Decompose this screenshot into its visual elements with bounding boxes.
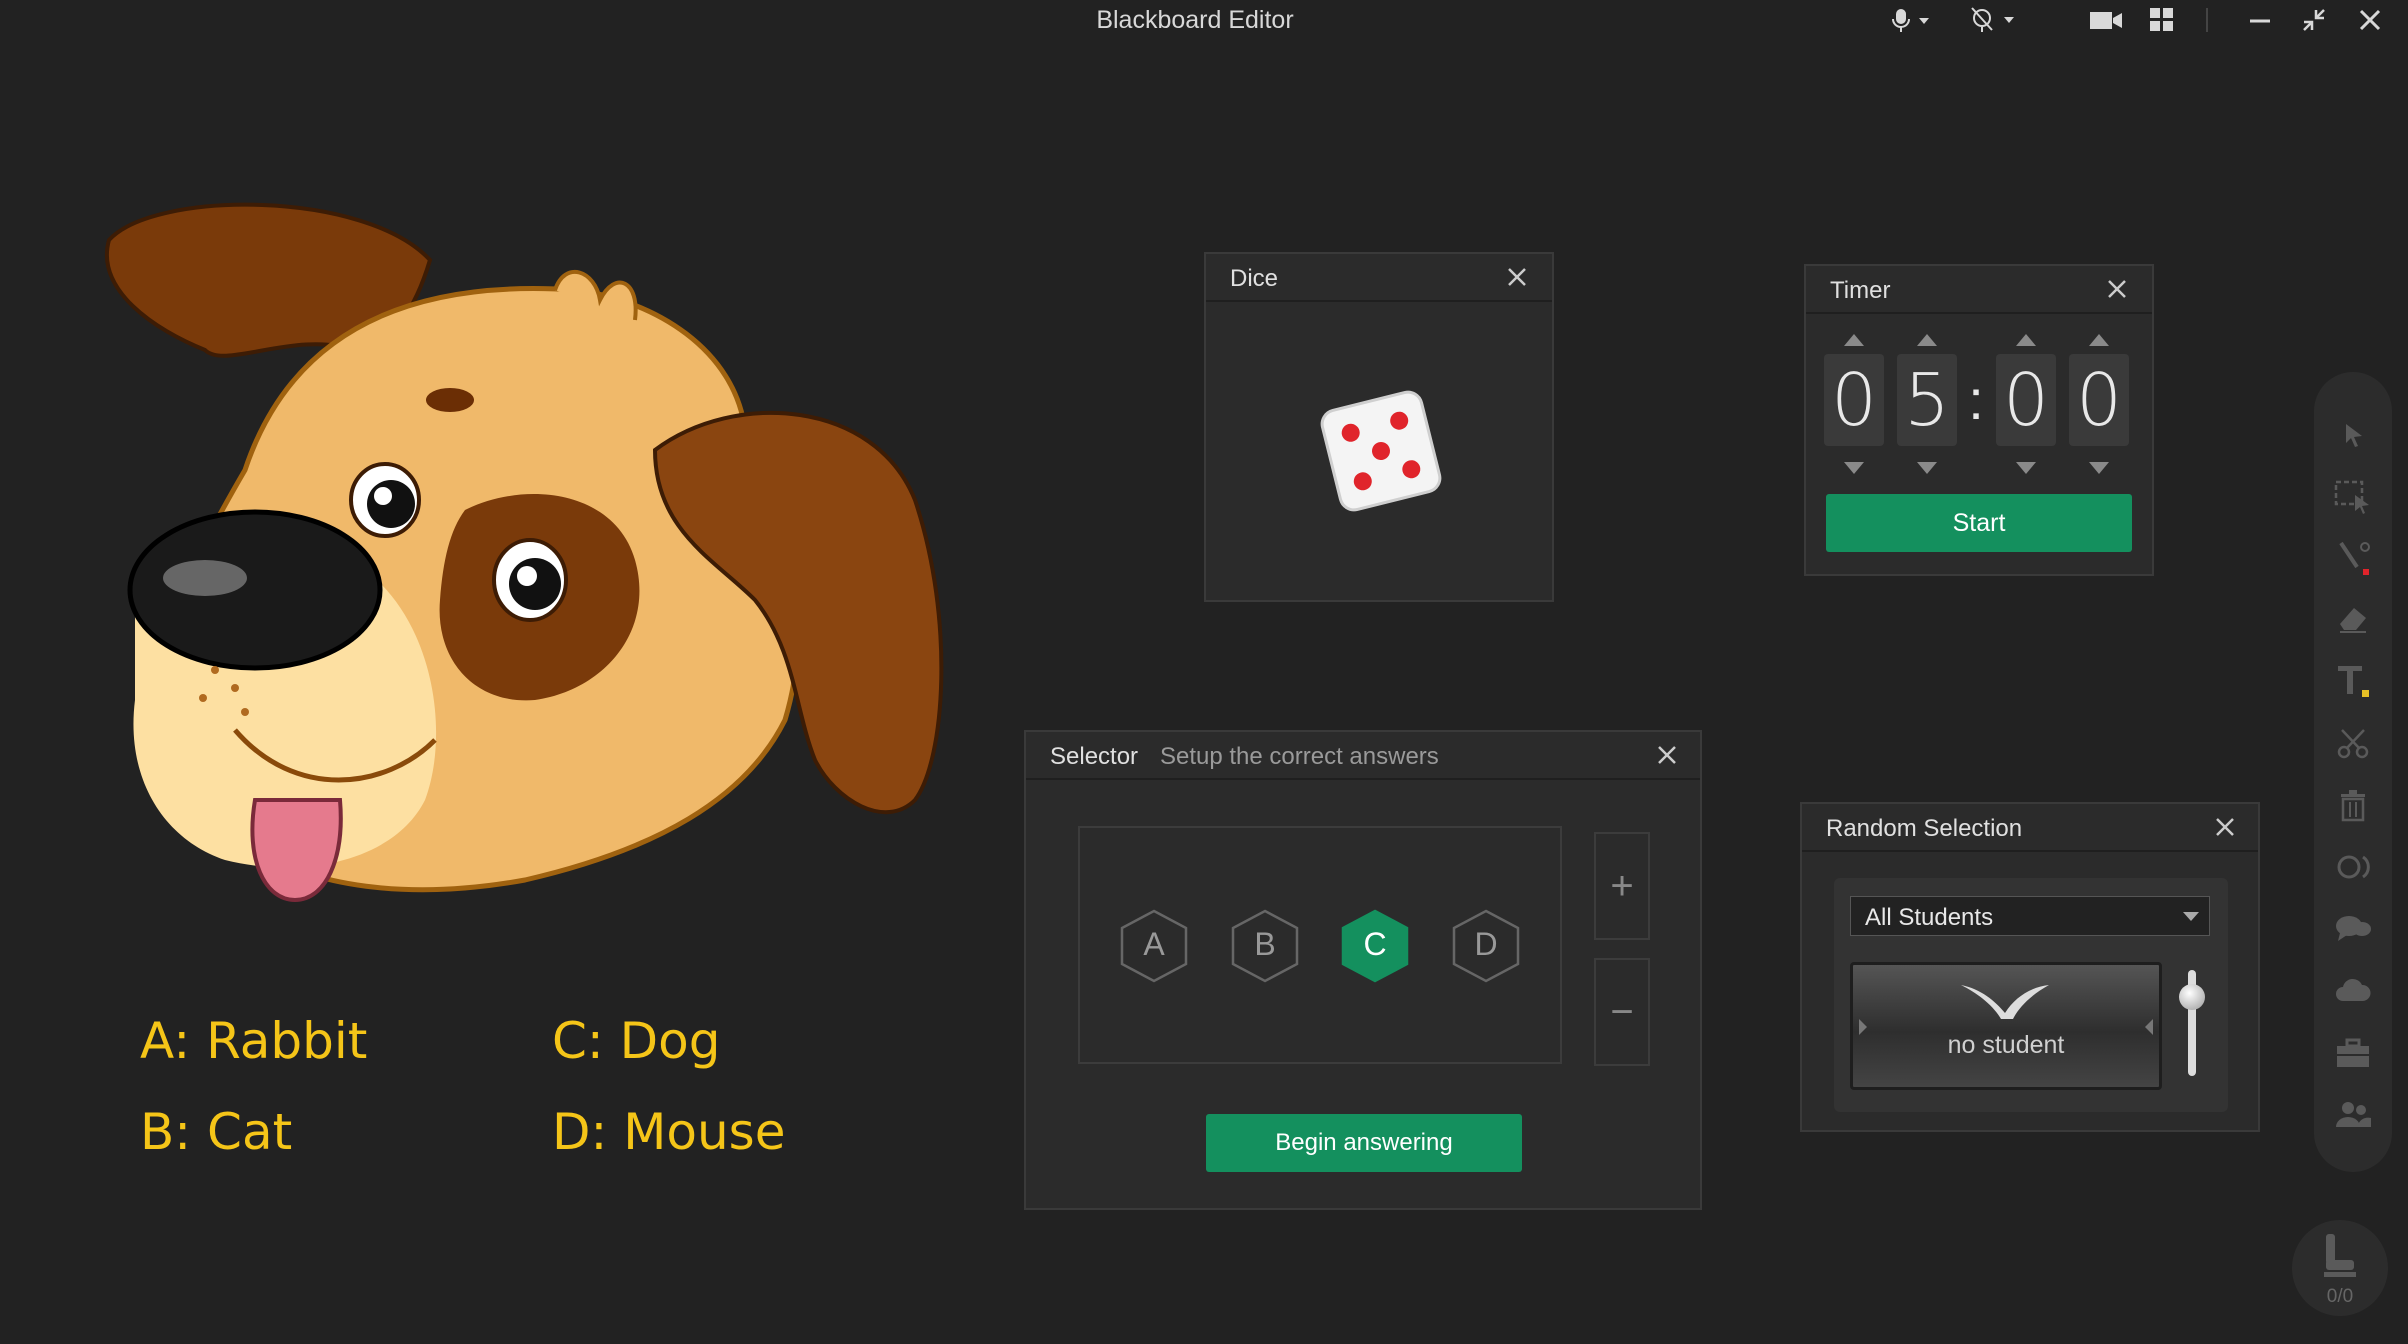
minute-ones-down-icon[interactable] [1917,462,1937,474]
minute-ones-up-icon[interactable] [1917,334,1937,346]
microphone-icon[interactable] [1886,4,1936,36]
lever-knob[interactable] [2179,984,2205,1010]
toolbar-divider [2206,8,2208,32]
timer-panel-header[interactable]: Timer [1806,266,2152,314]
cursor-icon[interactable] [2314,410,2392,460]
cloud-icon[interactable] [2314,966,2392,1016]
chat-icon[interactable] [2314,904,2392,954]
dice-panel-title: Dice [1230,265,1279,292]
students-icon[interactable] [2314,1090,2392,1140]
second-tens-down-icon[interactable] [2016,462,2036,474]
minute-tens-down-icon[interactable] [1844,462,1864,474]
eraser-icon[interactable] [2314,594,2392,644]
shape-icon[interactable] [2314,842,2392,892]
timer-panel-title: Timer [1830,277,1891,304]
option-a-hex[interactable]: A [1118,908,1190,984]
scissors-icon[interactable] [2314,718,2392,768]
dropdown-value: All Students [1865,904,1994,931]
remove-option-button[interactable]: − [1594,958,1650,1066]
dice-panel-header[interactable]: Dice [1206,254,1552,302]
minute-tens-up-icon[interactable] [1844,334,1864,346]
drawing-toolbar [2314,372,2392,1172]
option-b-label: B [1254,926,1276,962]
dice-panel[interactable]: Dice [1204,252,1554,602]
answer-b-label: B: Cat [140,1103,293,1161]
selector-panel-subtitle: Setup the correct answers [1160,743,1439,770]
seat-count: 0/0 [2326,1286,2354,1307]
layout-grid-icon[interactable] [2142,4,2182,36]
option-a-label: A [1143,926,1165,962]
timer-separator: : [1968,368,1984,431]
timer-digit-minute-tens[interactable]: 0 [1824,354,1884,446]
timer-digit-minute-ones[interactable]: 5 [1897,354,1957,446]
selected-student-name: no student [1947,1031,2065,1059]
selection-display: no student [1850,962,2162,1090]
text-tool-icon[interactable] [2314,656,2392,706]
seat-button[interactable]: 0/0 [2292,1220,2388,1316]
selector-panel[interactable]: Selector Setup the correct answers A B C… [1024,730,1702,1210]
answer-d-label: D: Mouse [552,1103,786,1161]
camera-icon[interactable] [2084,4,2128,36]
restore-icon[interactable] [2294,4,2334,36]
answer-c-label: C: Dog [552,1012,721,1070]
timer-start-button[interactable]: Start [1826,494,2132,552]
selector-panel-header[interactable]: Selector Setup the correct answers [1026,732,1700,780]
option-d-hex[interactable]: D [1450,908,1522,984]
close-icon[interactable] [2210,812,2240,842]
chevron-down-icon [2183,912,2199,921]
add-option-button[interactable]: + [1594,832,1650,940]
pen-icon[interactable] [2314,532,2392,582]
selector-panel-title: Selector [1050,743,1139,770]
brand-logo-icon [1961,985,2049,1019]
second-ones-up-icon[interactable] [2089,334,2109,346]
timer-digit-second-tens[interactable]: 0 [1996,354,2056,446]
timer-digit-second-ones[interactable]: 0 [2069,354,2129,446]
area-select-icon[interactable] [2314,472,2392,522]
random-panel-title: Random Selection [1826,815,2023,842]
speaker-muted-icon[interactable] [1966,4,2022,36]
answer-a-label: A: Rabbit [140,1012,368,1070]
title-bar: Blackboard Editor [0,0,2408,40]
random-selection-panel[interactable]: Random Selection All Students no student [1800,802,2260,1132]
second-ones-down-icon[interactable] [2089,462,2109,474]
option-c-hex[interactable]: C [1339,908,1411,984]
dog-illustration[interactable] [95,200,955,920]
close-window-icon[interactable] [2350,4,2390,36]
answer-options-area: A B C D [1078,826,1562,1064]
second-tens-up-icon[interactable] [2016,334,2036,346]
option-d-label: D [1474,926,1498,962]
timer-panel[interactable]: Timer 0 5 : 0 0 Start [1804,264,2154,576]
close-icon[interactable] [2102,274,2132,304]
close-icon[interactable] [1502,262,1532,292]
random-panel-header[interactable]: Random Selection [1802,804,2258,852]
close-icon[interactable] [1652,740,1682,770]
trash-icon[interactable] [2314,780,2392,830]
minimize-icon[interactable] [2240,4,2280,36]
toolbox-icon[interactable] [2314,1028,2392,1078]
student-group-dropdown[interactable]: All Students [1850,896,2210,936]
option-b-hex[interactable]: B [1229,908,1301,984]
begin-answering-button[interactable]: Begin answering [1206,1114,1522,1172]
window-title: Blackboard Editor [1096,6,1294,34]
dice-icon[interactable] [1316,386,1446,516]
option-c-label: C [1363,926,1387,962]
random-machine: All Students no student [1834,878,2228,1112]
seat-icon [2324,1234,2356,1277]
